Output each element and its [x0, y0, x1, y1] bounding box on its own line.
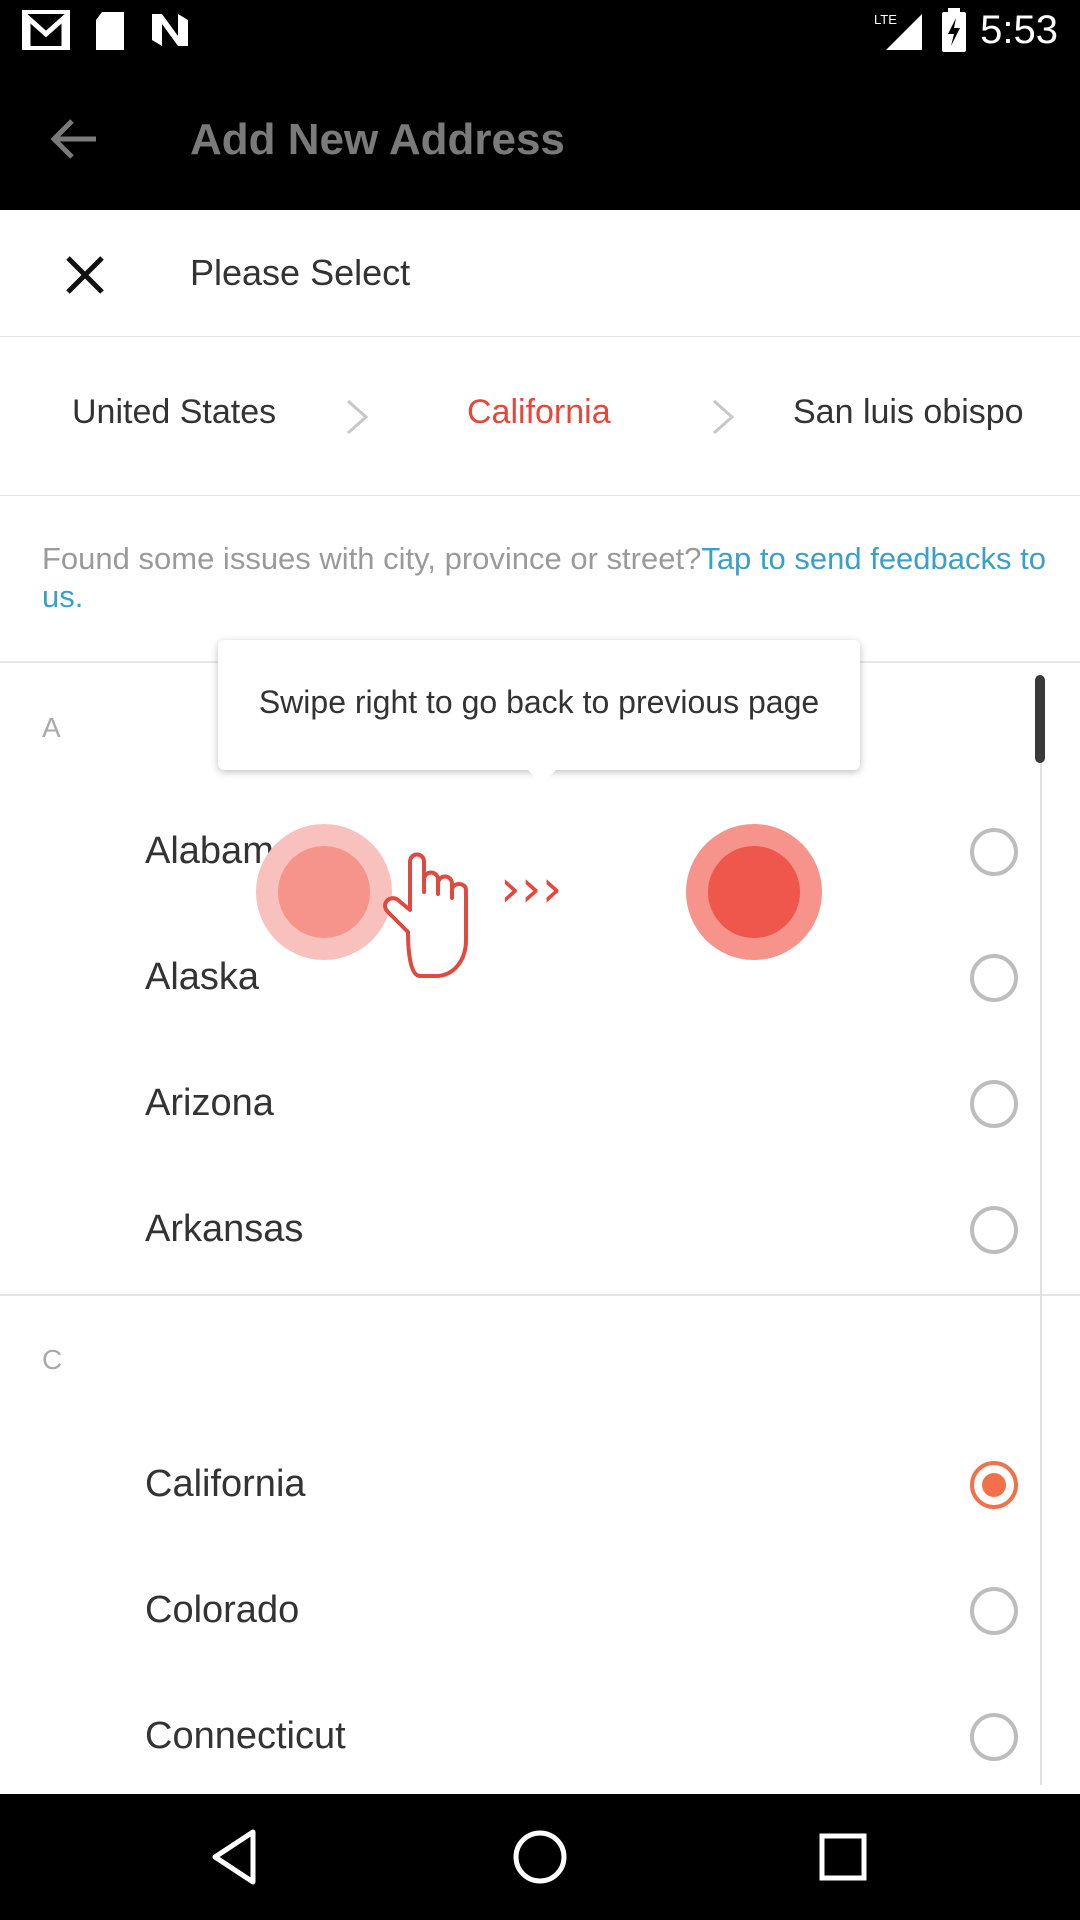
- arrow-left-icon[interactable]: [48, 113, 100, 165]
- chevron-right-icon: [347, 399, 369, 435]
- breadcrumb-city[interactable]: San luis obispo: [793, 393, 1024, 432]
- breadcrumb-country[interactable]: United States: [72, 393, 276, 432]
- radio-button[interactable]: [970, 1206, 1018, 1254]
- system-nav-bar: [0, 1794, 1080, 1920]
- n-icon: [152, 14, 188, 46]
- radio-button[interactable]: [970, 1587, 1018, 1635]
- notice-text: Found some issues with city, province or…: [42, 541, 702, 576]
- radio-button[interactable]: [970, 1713, 1018, 1761]
- breadcrumb: United States California San luis obispo: [0, 337, 1080, 496]
- recents-square-icon[interactable]: [810, 1824, 876, 1890]
- sd-card-icon: [96, 12, 124, 50]
- back-triangle-icon[interactable]: [203, 1824, 269, 1890]
- app-bar: Add New Address: [0, 63, 1080, 210]
- breadcrumb-state[interactable]: California: [467, 393, 611, 432]
- state-name: California: [145, 1463, 306, 1505]
- feedback-notice: Found some issues with city, province or…: [42, 540, 1052, 616]
- list-item-connecticut[interactable]: Connecticut: [0, 1675, 1040, 1794]
- state-name: Arkansas: [145, 1208, 304, 1250]
- swipe-gesture-hint: ›››: [256, 824, 822, 978]
- scrollbar-thumb[interactable]: [1035, 675, 1045, 763]
- signal-icon: LTE: [874, 12, 922, 50]
- state-name: Colorado: [145, 1589, 300, 1631]
- state-name: Connecticut: [145, 1715, 346, 1757]
- list-item-colorado[interactable]: Colorado: [0, 1549, 1040, 1675]
- sheet-header: Please Select: [0, 210, 1080, 337]
- gmail-icon: [22, 10, 70, 50]
- group-letter-a: A: [42, 712, 61, 743]
- swipe-arrows: ›››: [500, 859, 562, 919]
- group-letter-c: C: [42, 1344, 63, 1375]
- svg-text:LTE: LTE: [874, 12, 897, 27]
- list-item-arizona[interactable]: Arizona: [0, 1042, 1040, 1168]
- radio-button-selected[interactable]: [970, 1461, 1018, 1509]
- tooltip-text: Swipe right to go back to previous page: [258, 684, 820, 720]
- swipe-tooltip: Swipe right to go back to previous page: [218, 640, 860, 784]
- region-picker-sheet: Please Select United States California S…: [0, 210, 1080, 1794]
- status-time: 5:53: [980, 8, 1058, 52]
- radio-button[interactable]: [970, 828, 1018, 876]
- status-bar: LTE 5:53: [0, 0, 1080, 63]
- scrollbar-track[interactable]: [1040, 675, 1042, 1785]
- radio-button[interactable]: [970, 954, 1018, 1002]
- close-icon[interactable]: [60, 250, 110, 300]
- home-circle-icon[interactable]: [507, 1824, 573, 1890]
- chevron-right-icon: [713, 399, 735, 435]
- tooltip-arrow: [526, 768, 558, 784]
- page-title: Add New Address: [190, 115, 565, 164]
- battery-charging-icon: [942, 8, 966, 52]
- list-item-arkansas[interactable]: Arkansas: [0, 1168, 1040, 1294]
- divider: [0, 1294, 1080, 1296]
- state-name: Arizona: [145, 1082, 274, 1124]
- hand-pointer-icon: [383, 852, 468, 978]
- list-item-california[interactable]: California: [0, 1423, 1040, 1549]
- radio-button[interactable]: [970, 1080, 1018, 1128]
- sheet-title: Please Select: [190, 252, 411, 293]
